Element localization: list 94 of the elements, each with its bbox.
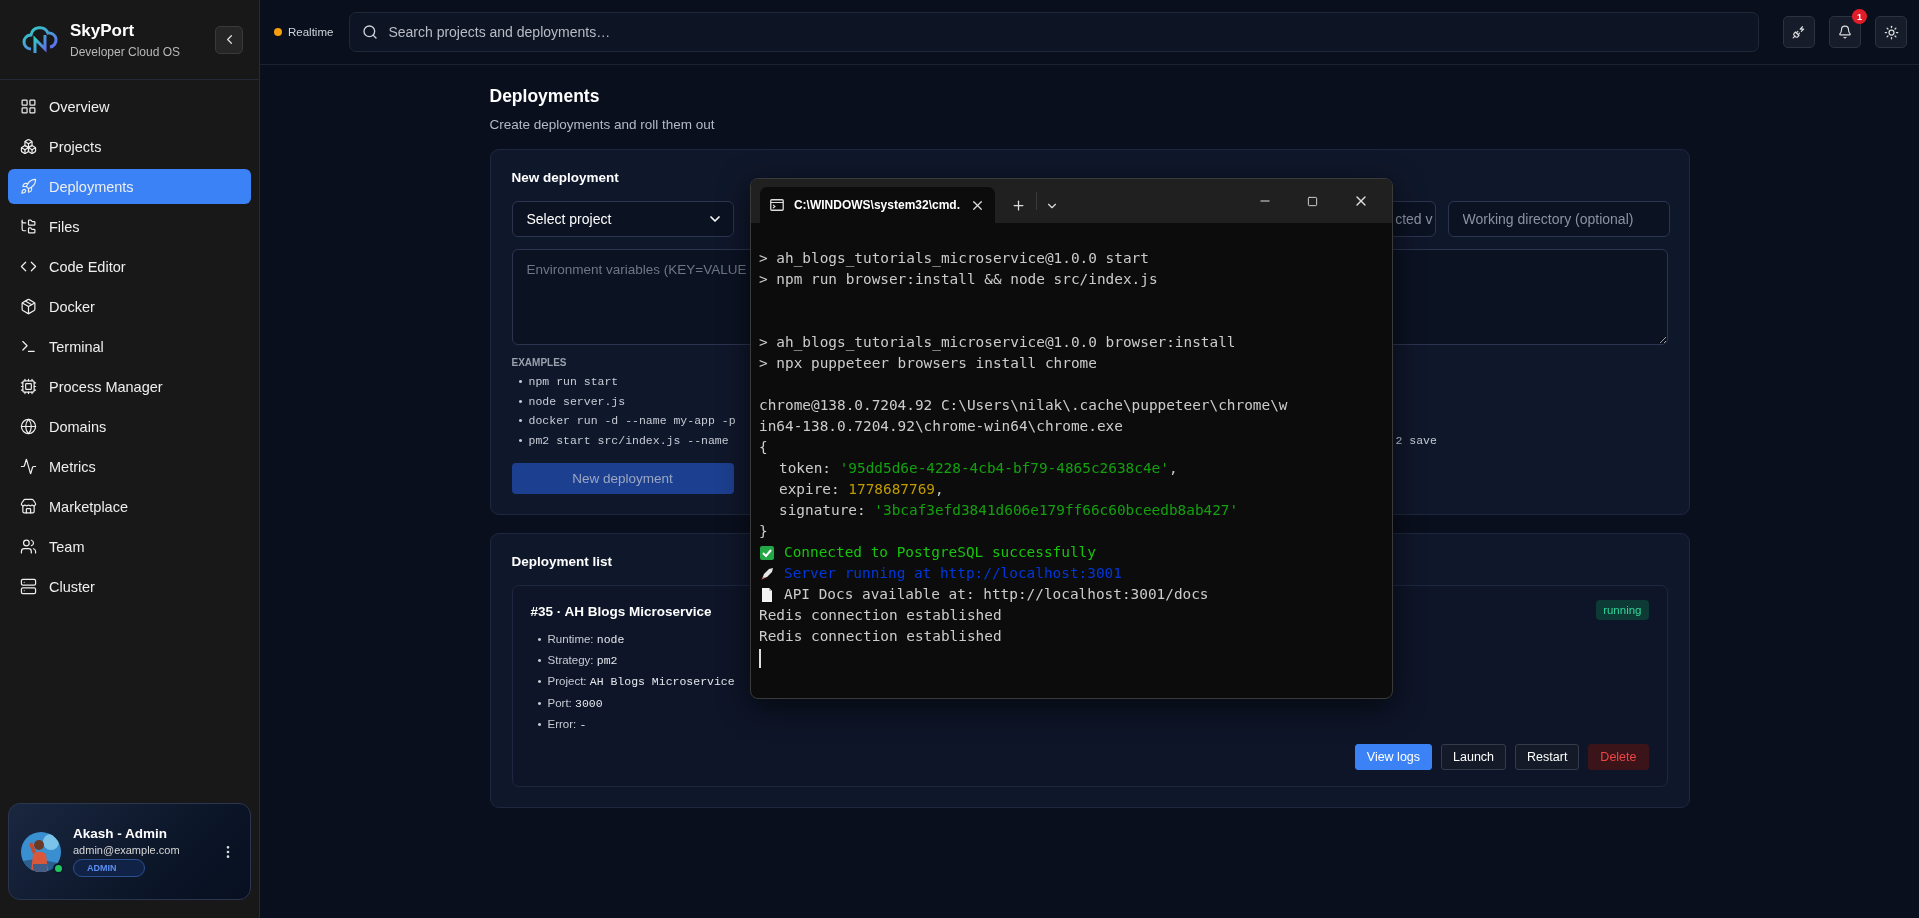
role-badge: ADMIN: [73, 859, 145, 877]
nav-item[interactable]: Cluster: [8, 569, 251, 604]
deployment-title: #35 · AH Blogs Microservice: [530, 603, 712, 619]
user-name: Akash - Admin: [73, 826, 168, 841]
store-icon: [20, 498, 37, 515]
terminal-tab[interactable]: C:\WINDOWS\system32\cmd.: [760, 187, 995, 223]
maximize-icon[interactable]: [1307, 195, 1318, 207]
deployment-property: Project: AH Blogs Microservice: [547, 674, 735, 691]
text-cursor: [759, 649, 761, 668]
chip-icon: [20, 378, 37, 395]
nav-item[interactable]: Marketplace: [8, 489, 251, 524]
page-subtitle: Create deployments and roll them out: [489, 117, 716, 132]
server-icon: [20, 578, 37, 595]
card-title: Deployment list: [511, 553, 613, 569]
terminal-line: Connected to PostgreSQL successfully: [784, 543, 1096, 562]
document-icon: [759, 586, 775, 603]
examples-heading: EXAMPLES: [511, 357, 567, 368]
deployment-property: Port: 3000: [547, 695, 603, 712]
user-email: admin@example.com: [73, 844, 181, 856]
example-command: pm2 start src/index.js --name: [528, 433, 729, 450]
terminal-line: signature: '3bcaf3efd3841d606e179ff66c60bceedb8ab427': [779, 501, 1239, 520]
page-title: Deployments: [489, 86, 601, 107]
pulse-icon: [20, 458, 37, 475]
terminal-line: > ah_blogs_tutorials_microservice@1.0.0 start: [759, 249, 1149, 269]
bullet: •: [518, 374, 523, 389]
nav-item[interactable]: Domains: [8, 409, 251, 444]
bullet: •: [518, 433, 523, 449]
nav-item[interactable]: Docker: [8, 289, 251, 324]
collapse-button[interactable]: [215, 25, 243, 54]
boxes-icon: [20, 138, 37, 155]
deployment-property: Strategy: pm2: [547, 653, 618, 670]
terminal-line: expire: 1778687769,: [779, 480, 944, 499]
bullet: •: [537, 674, 542, 690]
plug-icon: [1792, 25, 1806, 39]
nav-item[interactable]: Projects: [8, 129, 251, 164]
terminal-line: > ah_blogs_tutorials_microservice@1.0.0 browser:install: [759, 333, 1236, 353]
action-button[interactable]: View logs: [1354, 744, 1433, 771]
grid-icon: [20, 98, 37, 115]
bullet: •: [518, 413, 523, 429]
terminal-line: }: [759, 522, 768, 541]
nav-item[interactable]: Files: [8, 209, 251, 244]
bullet: •: [537, 717, 542, 732]
project-select[interactable]: Select project: [511, 201, 734, 237]
bullet: •: [518, 393, 523, 409]
status-badge: running: [1596, 599, 1649, 620]
terminal-icon: [20, 338, 37, 355]
card-title: New deployment: [511, 170, 619, 185]
console-icon: [770, 199, 784, 211]
terminal-line: token: '95dd5d6e-4228-4cb4-bf79-4865c2638c4e',: [779, 459, 1178, 478]
sun-icon: [1883, 24, 1899, 40]
terminal-line: > npm run browser:install && node src/index.js: [759, 270, 1158, 289]
brand-tagline: Developer Cloud OS: [70, 44, 182, 59]
action-button[interactable]: Delete: [1588, 744, 1649, 771]
deployment-property: Error: -: [547, 717, 587, 733]
check-icon: [759, 544, 775, 561]
action-button[interactable]: Launch: [1441, 744, 1507, 771]
brand-name: SkyPort: [70, 20, 136, 41]
terminal-line: in64-138.0.7204.92\chrome-win64\chrome.exe: [759, 417, 1123, 436]
terminal-line: chrome@138.0.7204.92 C:\Users\nilak\.cache\puppeteer\chrome\w: [759, 396, 1288, 415]
terminal-line: Redis connection established: [759, 627, 1002, 646]
terminal-line: > npx puppeteer browsers install chrome: [759, 354, 1097, 373]
notification-count: 1: [1852, 9, 1867, 24]
example-command: node server.js: [528, 393, 626, 410]
status-label: Realtime: [288, 26, 334, 38]
plug-button[interactable]: [1783, 16, 1815, 48]
terminal-line: {: [759, 438, 768, 457]
nav-item[interactable]: Terminal: [8, 329, 251, 364]
nav-item[interactable]: Process Manager: [8, 369, 251, 404]
nav-item[interactable]: Metrics: [8, 449, 251, 484]
bell-icon: [1838, 25, 1852, 39]
theme-button[interactable]: [1875, 16, 1907, 48]
working-directory-field[interactable]: Working directory (optional): [1447, 201, 1670, 237]
action-button[interactable]: Restart: [1515, 744, 1580, 771]
users-icon: [20, 538, 37, 555]
notifications-button[interactable]: [1829, 16, 1861, 48]
terminal-line: Redis connection established: [759, 606, 1002, 625]
terminal-line: API Docs available at: http://localhost:3001/docs: [784, 585, 1209, 604]
globe-icon: [20, 418, 37, 435]
folder-tree-icon: [20, 218, 37, 235]
search-field[interactable]: Search projects and deployments…: [349, 12, 1759, 52]
nav-item[interactable]: Overview: [8, 89, 251, 124]
example-command: 2 save: [1395, 433, 1437, 450]
search-icon: [362, 24, 379, 40]
deployment-property: Runtime: node: [547, 631, 625, 648]
nav-item[interactable]: Code Editor: [8, 249, 251, 284]
terminal-line: Server running at http://localhost:3001: [784, 564, 1122, 583]
nav-item[interactable]: Team: [8, 529, 251, 564]
bullet: •: [537, 653, 542, 669]
example-command: docker run -d --name my-app -p: [528, 413, 736, 430]
new-tab-icon[interactable]: [1011, 198, 1026, 213]
example-command: npm run start: [528, 374, 619, 390]
bullet: •: [537, 695, 542, 711]
bullet: •: [537, 631, 542, 647]
box-icon: [20, 298, 37, 315]
